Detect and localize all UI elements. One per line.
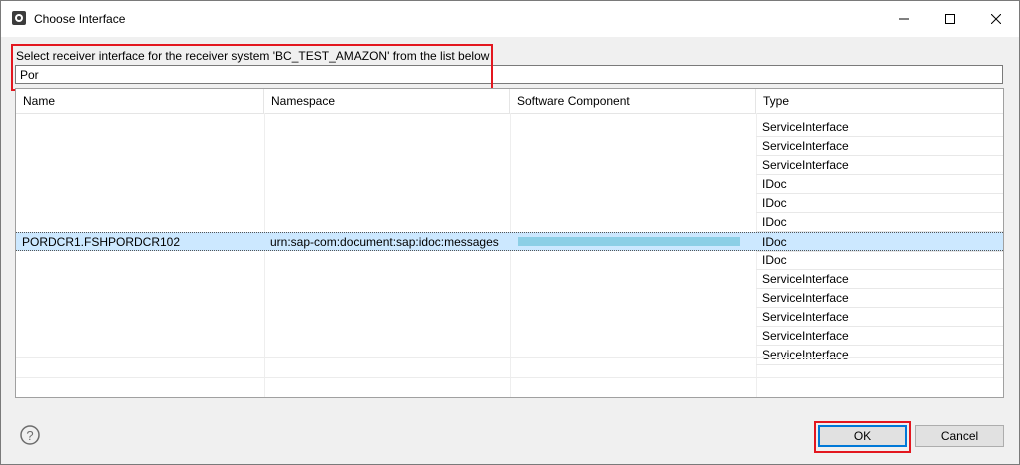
row-divider [16, 357, 1003, 358]
cell-software-component [510, 233, 756, 252]
interface-table[interactable]: Name Namespace Software Component Type S… [15, 88, 1004, 398]
cell-type: ServiceInterface [756, 346, 1003, 365]
cell-namespace [264, 327, 510, 346]
column-header-type[interactable]: Type [756, 89, 1003, 113]
table-row[interactable]: IDoc [16, 175, 1003, 194]
cell-type: ServiceInterface [756, 327, 1003, 346]
column-header-name[interactable]: Name [16, 89, 264, 113]
cell-name [16, 251, 264, 270]
software-component-bar [518, 237, 740, 246]
cell-software-component [510, 289, 756, 308]
table-row[interactable]: ServiceInterface [16, 308, 1003, 327]
cell-type: ServiceInterface [756, 270, 1003, 289]
table-row[interactable]: ServiceInterface [16, 118, 1003, 137]
maximize-button[interactable] [927, 1, 973, 37]
cell-namespace [264, 137, 510, 156]
cell-type: ServiceInterface [756, 156, 1003, 175]
cancel-button[interactable]: Cancel [915, 425, 1004, 447]
cell-software-component [510, 156, 756, 175]
table-row[interactable]: IDoc [16, 251, 1003, 270]
dialog-window: Choose Interface Select receiver interfa… [0, 0, 1020, 465]
table-row[interactable]: ServiceInterface [16, 327, 1003, 346]
title-bar[interactable]: Choose Interface [1, 1, 1019, 37]
table-header: Name Namespace Software Component Type [16, 89, 1003, 114]
table-row[interactable]: IDoc [16, 213, 1003, 232]
cell-namespace [264, 118, 510, 137]
cell-name [16, 156, 264, 175]
cell-name [16, 118, 264, 137]
cell-name [16, 346, 264, 365]
cell-type: IDoc [756, 233, 1003, 252]
table-row[interactable]: ServiceInterface [16, 270, 1003, 289]
cell-type: IDoc [756, 213, 1003, 232]
cell-namespace [264, 251, 510, 270]
table-row[interactable]: PORDCR1.FSHPORDCR102 urn:sap-com:document… [16, 232, 1003, 252]
ok-button[interactable]: OK [818, 425, 907, 447]
cell-type: ServiceInterface [756, 289, 1003, 308]
table-row[interactable]: IDoc [16, 194, 1003, 213]
instruction-label: Select receiver interface for the receiv… [16, 49, 490, 63]
cell-namespace [264, 175, 510, 194]
table-row[interactable]: ServiceInterface [16, 137, 1003, 156]
cell-namespace [264, 213, 510, 232]
cell-type: IDoc [756, 175, 1003, 194]
maximize-icon [945, 14, 955, 24]
help-icon[interactable]: ? [20, 425, 40, 445]
cell-namespace [264, 289, 510, 308]
cell-name [16, 175, 264, 194]
cell-namespace [264, 270, 510, 289]
cell-software-component [510, 308, 756, 327]
cell-software-component [510, 251, 756, 270]
column-header-namespace[interactable]: Namespace [264, 89, 510, 113]
table-row[interactable]: ServiceInterface [16, 156, 1003, 175]
window-title: Choose Interface [34, 12, 126, 26]
cell-software-component [510, 346, 756, 365]
cell-namespace [264, 194, 510, 213]
cell-software-component [510, 270, 756, 289]
cell-name [16, 289, 264, 308]
cell-software-component [510, 137, 756, 156]
app-icon [11, 10, 27, 26]
cell-software-component [510, 118, 756, 137]
row-divider [16, 377, 1003, 378]
cell-software-component [510, 175, 756, 194]
cell-type: ServiceInterface [756, 118, 1003, 137]
cell-name [16, 137, 264, 156]
minimize-icon [899, 18, 909, 20]
cell-type: ServiceInterface [756, 137, 1003, 156]
close-button[interactable] [973, 1, 1019, 37]
cell-name: PORDCR1.FSHPORDCR102 [22, 235, 181, 249]
filter-input[interactable] [15, 65, 1003, 84]
cell-type: IDoc [756, 194, 1003, 213]
cell-name [16, 213, 264, 232]
cell-name [16, 194, 264, 213]
svg-text:?: ? [26, 428, 33, 443]
table-row[interactable]: ServiceInterface [16, 289, 1003, 308]
cell-software-component [510, 327, 756, 346]
cell-type: IDoc [756, 251, 1003, 270]
close-icon [991, 14, 1001, 24]
cell-namespace [264, 156, 510, 175]
cell-software-component [510, 194, 756, 213]
cell-software-component [510, 213, 756, 232]
table-row[interactable]: ServiceInterface [16, 346, 1003, 365]
cell-namespace: urn:sap-com:document:sap:idoc:messages [270, 235, 499, 249]
cell-name [16, 327, 264, 346]
cell-namespace [264, 346, 510, 365]
cell-namespace [264, 308, 510, 327]
minimize-button[interactable] [881, 1, 927, 37]
cell-type: ServiceInterface [756, 308, 1003, 327]
cell-name [16, 308, 264, 327]
cell-name [16, 270, 264, 289]
column-header-software-component[interactable]: Software Component [510, 89, 756, 113]
